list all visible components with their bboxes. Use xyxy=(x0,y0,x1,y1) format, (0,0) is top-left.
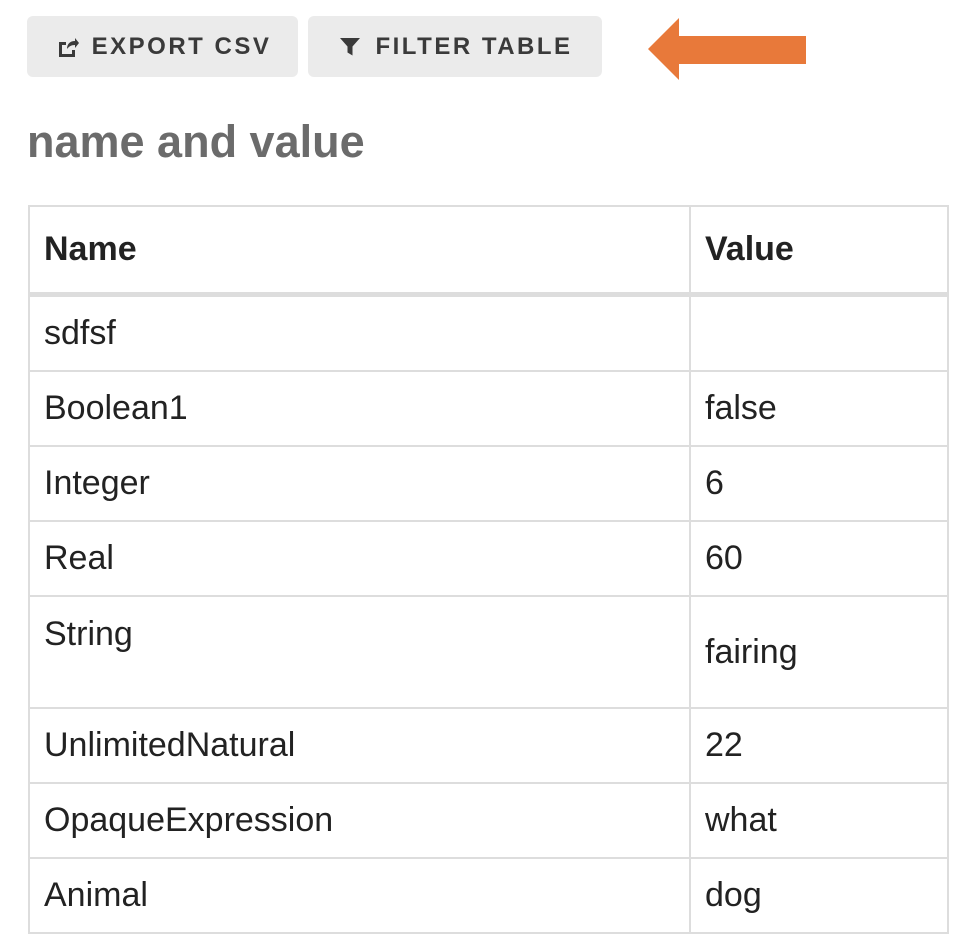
table-row: Boolean1 false xyxy=(28,370,949,447)
row-value-cell: dog xyxy=(689,857,949,934)
row-name-cell: Boolean1 xyxy=(28,370,691,447)
row-name-cell: Real xyxy=(28,520,691,597)
column-header-name[interactable]: Name xyxy=(28,205,691,297)
row-name-cell: OpaqueExpression xyxy=(28,782,691,859)
row-name-cell: UnlimitedNatural xyxy=(28,707,691,784)
row-name-cell: String xyxy=(28,595,691,709)
name-value-table: Name Value sdfsf Boolean1 false Integer … xyxy=(28,205,949,934)
table-row: OpaqueExpression what xyxy=(28,782,949,859)
row-value-cell: 22 xyxy=(689,707,949,784)
row-value-cell: false xyxy=(689,370,949,447)
row-value-cell: 6 xyxy=(689,445,949,522)
row-name-cell: Integer xyxy=(28,445,691,522)
column-header-value[interactable]: Value xyxy=(689,205,949,297)
table-header-row: Name Value xyxy=(28,205,949,297)
filter-table-button[interactable]: FILTER TABLE xyxy=(308,16,602,77)
table-row: String fairing xyxy=(28,595,949,709)
share-square-icon xyxy=(54,34,80,60)
row-value-cell: fairing xyxy=(689,595,949,709)
table-row: sdfsf xyxy=(28,293,949,372)
table-toolbar: EXPORT CSV FILTER TABLE xyxy=(27,16,602,77)
row-value-cell: what xyxy=(689,782,949,859)
table-row: Real 60 xyxy=(28,520,949,597)
table-row: Animal dog xyxy=(28,857,949,934)
table-row: UnlimitedNatural 22 xyxy=(28,707,949,784)
row-name-cell: Animal xyxy=(28,857,691,934)
filter-table-label: FILTER TABLE xyxy=(375,32,573,60)
section-title: name and value xyxy=(27,116,365,167)
export-csv-label: EXPORT CSV xyxy=(91,32,272,60)
row-value-cell xyxy=(689,293,949,372)
row-value-cell: 60 xyxy=(689,520,949,597)
table-row: Integer 6 xyxy=(28,445,949,522)
funnel-icon xyxy=(337,34,363,60)
row-name-cell: sdfsf xyxy=(28,293,691,372)
left-arrow-icon xyxy=(648,18,806,80)
export-csv-button[interactable]: EXPORT CSV xyxy=(27,16,298,77)
